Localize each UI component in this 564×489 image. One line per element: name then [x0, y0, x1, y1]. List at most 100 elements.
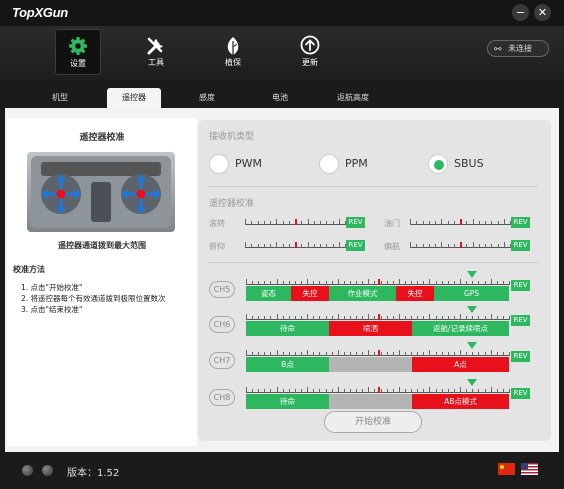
cn-flag-icon[interactable]	[498, 463, 515, 475]
radio-button[interactable]	[209, 154, 229, 174]
tick-mark	[288, 244, 290, 248]
tick-mark	[380, 316, 382, 320]
center-tick-mark	[295, 219, 297, 225]
rev-toggle-pitch[interactable]: REV	[346, 240, 365, 251]
tick-mark	[288, 221, 290, 225]
tick-mark	[447, 316, 449, 320]
tick-mark	[246, 314, 247, 320]
tab-battery[interactable]: 电池	[253, 88, 307, 108]
tick-mark	[484, 389, 486, 393]
minimize-button[interactable]: −	[512, 4, 529, 21]
tick-mark	[435, 389, 437, 393]
tick-mark	[343, 281, 345, 285]
tick-mark	[307, 314, 309, 320]
rev-toggle-throttle[interactable]: REV	[511, 217, 530, 228]
tick-mark	[276, 242, 278, 248]
calibration-step: 3. 点击"结束校准"	[21, 305, 83, 314]
tick-mark	[422, 244, 424, 248]
tab-return-altitude[interactable]: 返航高度	[326, 88, 380, 108]
us-flag-icon[interactable]	[521, 463, 538, 475]
tick-mark	[313, 352, 315, 356]
center-tick-mark	[295, 242, 297, 248]
tick-mark	[429, 279, 431, 285]
channel-mode-segment: A点	[412, 357, 509, 372]
toolbar-plant-protection[interactable]: 植保	[210, 29, 256, 75]
tick-mark	[252, 389, 254, 393]
app-logo: TopXGun	[12, 5, 68, 20]
receiver-option-label: SBUS	[454, 157, 484, 170]
tick-mark	[490, 314, 492, 320]
tick-mark	[301, 221, 303, 225]
tick-mark	[485, 221, 486, 225]
tick-mark	[307, 242, 309, 248]
rev-toggle-roll[interactable]: REV	[346, 217, 365, 228]
tick-mark	[338, 242, 340, 248]
rev-toggle-yaw[interactable]: REV	[511, 240, 530, 251]
receiver-type-title: 接收机类型	[209, 132, 255, 142]
tick-mark	[460, 387, 462, 393]
tick-mark	[282, 244, 284, 248]
tick-mark	[435, 221, 436, 225]
tick-mark	[264, 352, 266, 356]
toolbar-update[interactable]: 更新	[287, 29, 333, 75]
close-button[interactable]: ✕	[534, 4, 551, 21]
radio-button-selected[interactable]	[428, 154, 448, 174]
tick-mark	[338, 219, 340, 225]
tick-mark	[423, 281, 425, 285]
upload-circle-icon	[287, 29, 333, 57]
tick-mark	[417, 352, 419, 356]
tick-mark	[497, 221, 499, 225]
tick-mark	[478, 281, 480, 285]
tick-mark	[368, 314, 370, 320]
tick-mark	[245, 242, 246, 248]
tick-mark	[509, 281, 510, 285]
channel-tick-track	[246, 277, 510, 286]
channel-label: CH7	[209, 352, 235, 369]
start-calibration-button[interactable]: 开始校准	[324, 411, 422, 433]
tick-mark	[258, 389, 260, 393]
tick-mark	[441, 281, 443, 285]
rev-toggle-channel[interactable]: REV	[511, 388, 530, 399]
tick-mark	[466, 316, 468, 320]
rev-toggle-channel[interactable]: REV	[511, 280, 530, 291]
tick-mark	[386, 389, 388, 393]
tick-mark	[258, 316, 260, 320]
tick-mark	[276, 219, 278, 225]
leaf-icon	[210, 29, 256, 57]
tick-mark	[447, 389, 449, 393]
tick-mark	[490, 387, 492, 393]
tick-mark	[417, 316, 419, 320]
tick-mark	[356, 316, 358, 320]
tick-mark	[447, 221, 449, 225]
rev-toggle-channel[interactable]: REV	[511, 351, 530, 362]
tick-mark	[509, 352, 510, 356]
tick-mark	[380, 352, 382, 356]
tick-mark	[472, 242, 474, 248]
rev-toggle-channel[interactable]: REV	[511, 315, 530, 326]
tick-mark	[251, 244, 253, 248]
tick-mark	[453, 281, 455, 285]
tick-mark	[429, 314, 431, 320]
channel-mode-segment: 失控	[291, 286, 329, 301]
radio-button[interactable]	[319, 154, 339, 174]
transmitter-image	[27, 152, 175, 232]
tick-mark	[356, 389, 358, 393]
tick-mark	[276, 350, 278, 356]
connection-status-button[interactable]: ⚯ 未连接	[487, 40, 549, 57]
tick-mark	[332, 221, 334, 225]
tab-remote-controller[interactable]: 遥控器	[107, 88, 161, 108]
tab-model[interactable]: 机型	[33, 88, 87, 108]
tick-mark	[472, 389, 474, 393]
calibration-step: 1. 点击"开始校准"	[21, 283, 83, 292]
channel-tick-track	[246, 312, 510, 321]
axis-track-pitch	[245, 240, 346, 249]
tick-mark	[503, 219, 505, 225]
toolbar-settings[interactable]: 设置	[55, 29, 101, 75]
tab-bar: 机型 遥控器 感度 电池 返航高度	[0, 80, 564, 108]
channel-mode-bar: 待命 AB点模式	[246, 394, 509, 409]
tick-mark	[276, 279, 278, 285]
toolbar-tools[interactable]: 工具	[133, 29, 179, 75]
tab-sensitivity[interactable]: 感度	[180, 88, 234, 108]
tick-mark	[319, 389, 321, 393]
center-tick-mark	[460, 242, 462, 248]
